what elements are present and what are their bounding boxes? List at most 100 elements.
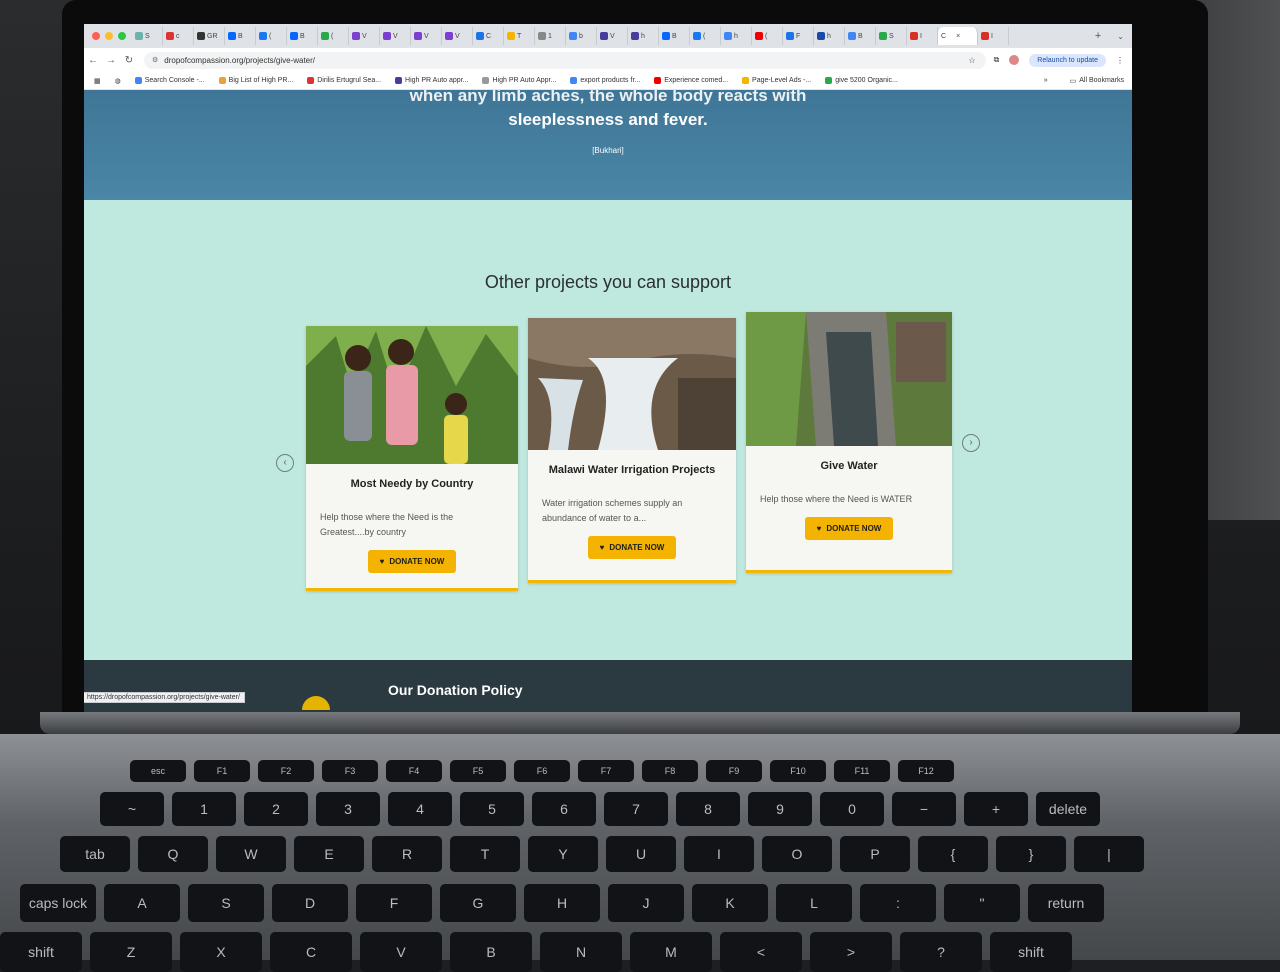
minimize-window-button[interactable] bbox=[105, 32, 113, 40]
keyboard-key[interactable]: B bbox=[450, 932, 532, 972]
donate-now-button[interactable]: ♥ DONATE NOW bbox=[804, 517, 894, 540]
keyboard-key[interactable]: ~ bbox=[100, 792, 164, 826]
keyboard-key[interactable]: F3 bbox=[322, 760, 378, 782]
keyboard-key[interactable]: V bbox=[360, 932, 442, 972]
bookmark-item[interactable]: High PR Auto appr... bbox=[395, 77, 468, 84]
apps-grid-icon[interactable]: ▦ bbox=[94, 77, 101, 85]
donate-now-button[interactable]: ♥ DONATE NOW bbox=[587, 536, 677, 559]
keyboard-key[interactable]: " bbox=[944, 884, 1020, 922]
browser-tab[interactable]: V bbox=[349, 27, 380, 45]
bookmark-item[interactable]: export products fr... bbox=[570, 77, 640, 84]
keyboard-key[interactable]: caps lock bbox=[20, 884, 96, 922]
keyboard-key[interactable]: I bbox=[684, 836, 754, 872]
carousel-next-button[interactable]: › bbox=[962, 434, 980, 452]
browser-menu-icon[interactable]: ⋮ bbox=[1116, 56, 1124, 65]
keyboard-key[interactable]: R bbox=[372, 836, 442, 872]
keyboard-key[interactable]: Q bbox=[138, 836, 208, 872]
browser-tab[interactable]: S bbox=[132, 27, 163, 45]
browser-tab[interactable]: V bbox=[597, 27, 628, 45]
keyboard-key[interactable]: F8 bbox=[642, 760, 698, 782]
keyboard-key[interactable]: 8 bbox=[676, 792, 740, 826]
extensions-icon[interactable]: ⧉ bbox=[994, 55, 1000, 65]
keyboard-key[interactable]: shift bbox=[0, 932, 82, 972]
keyboard-key[interactable]: C bbox=[270, 932, 352, 972]
browser-tab[interactable]: B bbox=[845, 27, 876, 45]
keyboard-key[interactable]: return bbox=[1028, 884, 1104, 922]
reload-button[interactable]: ↻ bbox=[120, 55, 138, 66]
card-title[interactable]: Most Needy by Country bbox=[306, 478, 518, 490]
browser-tab[interactable]: h bbox=[628, 27, 659, 45]
keyboard-key[interactable]: | bbox=[1074, 836, 1144, 872]
keyboard-key[interactable]: Z bbox=[90, 932, 172, 972]
browser-tab[interactable]: c bbox=[163, 27, 194, 45]
relaunch-to-update-button[interactable]: Relaunch to update bbox=[1029, 53, 1106, 67]
keyboard-key[interactable]: 9 bbox=[748, 792, 812, 826]
keyboard-key[interactable]: 6 bbox=[532, 792, 596, 826]
keyboard-key[interactable]: F7 bbox=[578, 760, 634, 782]
browser-tab[interactable]: I bbox=[907, 27, 938, 45]
browser-tab[interactable]: ( bbox=[318, 27, 349, 45]
keyboard-key[interactable]: F11 bbox=[834, 760, 890, 782]
keyboard-key[interactable]: O bbox=[762, 836, 832, 872]
keyboard-key[interactable]: J bbox=[608, 884, 684, 922]
keyboard-key[interactable]: U bbox=[606, 836, 676, 872]
keyboard-key[interactable]: shift bbox=[990, 932, 1072, 972]
browser-tab[interactable]: h bbox=[721, 27, 752, 45]
bookmark-item[interactable]: Dirilis Ertugrul Sea... bbox=[307, 77, 381, 84]
bookmark-item[interactable]: High PR Auto Appr... bbox=[482, 77, 556, 84]
keyboard-key[interactable]: 4 bbox=[388, 792, 452, 826]
new-tab-button[interactable]: + bbox=[1087, 30, 1109, 42]
keyboard-key[interactable]: F5 bbox=[450, 760, 506, 782]
browser-tab[interactable]: ( bbox=[690, 27, 721, 45]
keyboard-key[interactable]: L bbox=[776, 884, 852, 922]
keyboard-key[interactable]: { bbox=[918, 836, 988, 872]
close-window-button[interactable] bbox=[92, 32, 100, 40]
browser-tab[interactable]: T bbox=[504, 27, 535, 45]
keyboard-key[interactable]: 7 bbox=[604, 792, 668, 826]
browser-tab[interactable]: 1 bbox=[535, 27, 566, 45]
browser-tab[interactable]: V bbox=[442, 27, 473, 45]
keyboard-key[interactable]: M bbox=[630, 932, 712, 972]
browser-tab[interactable]: h bbox=[814, 27, 845, 45]
site-info-icon[interactable]: ⚙ bbox=[152, 56, 158, 64]
browser-tab[interactable]: V bbox=[411, 27, 442, 45]
browser-tab[interactable]: S bbox=[876, 27, 907, 45]
browser-tab[interactable]: GR bbox=[194, 27, 225, 45]
forward-button[interactable]: → bbox=[102, 55, 120, 66]
keyboard-key[interactable]: F4 bbox=[386, 760, 442, 782]
bookmark-star-icon[interactable]: ☆ bbox=[968, 56, 975, 65]
keyboard-key[interactable]: X bbox=[180, 932, 262, 972]
maximize-window-button[interactable] bbox=[118, 32, 126, 40]
keyboard-key[interactable]: 3 bbox=[316, 792, 380, 826]
keyboard-key[interactable]: 5 bbox=[460, 792, 524, 826]
keyboard-key[interactable]: D bbox=[272, 884, 348, 922]
keyboard-key[interactable]: F10 bbox=[770, 760, 826, 782]
browser-tab[interactable]: F bbox=[783, 27, 814, 45]
keyboard-key[interactable]: F6 bbox=[514, 760, 570, 782]
keyboard-key[interactable]: H bbox=[524, 884, 600, 922]
bookmark-item[interactable]: Big List of High PR... bbox=[218, 77, 293, 84]
keyboard-key[interactable]: F9 bbox=[706, 760, 762, 782]
browser-tab[interactable]: B bbox=[659, 27, 690, 45]
browser-tab[interactable]: ( bbox=[256, 27, 287, 45]
bookmark-item[interactable]: give 5200 Organic... bbox=[825, 77, 898, 84]
keyboard-key[interactable]: P bbox=[840, 836, 910, 872]
keyboard-key[interactable]: F12 bbox=[898, 760, 954, 782]
browser-tab[interactable]: C bbox=[473, 27, 504, 45]
keyboard-key[interactable]: + bbox=[964, 792, 1028, 826]
keyboard-key[interactable]: F2 bbox=[258, 760, 314, 782]
card-title[interactable]: Malawi Water Irrigation Projects bbox=[528, 464, 736, 476]
project-card-most-needy[interactable]: Most Needy by Country Help those where t… bbox=[306, 326, 518, 591]
keyboard-key[interactable]: S bbox=[188, 884, 264, 922]
keyboard-key[interactable]: ? bbox=[900, 932, 982, 972]
bookmark-item[interactable]: Experience comed... bbox=[654, 77, 728, 84]
keyboard-key[interactable]: A bbox=[104, 884, 180, 922]
keyboard-key[interactable]: 1 bbox=[172, 792, 236, 826]
profile-avatar[interactable] bbox=[1009, 55, 1020, 65]
active-browser-tab[interactable]: C × bbox=[938, 27, 978, 45]
keyboard-key[interactable]: 0 bbox=[820, 792, 884, 826]
keyboard-key[interactable]: } bbox=[996, 836, 1066, 872]
globe-icon[interactable]: ◍ bbox=[115, 77, 121, 85]
keyboard-key[interactable]: T bbox=[450, 836, 520, 872]
keyboard-key[interactable]: G bbox=[440, 884, 516, 922]
